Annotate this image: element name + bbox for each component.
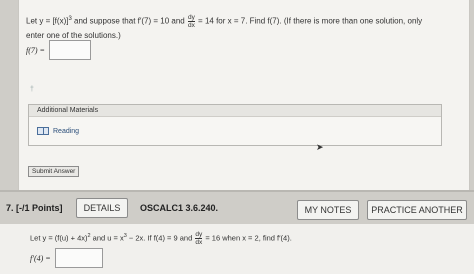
details-button[interactable]: DETAILS — [76, 198, 128, 218]
q6-text-part-4: enter one of the solutions.) — [26, 31, 121, 41]
practice-another-button[interactable]: PRACTICE ANOTHER — [367, 200, 467, 220]
q7-points: 7. [-/1 Points] — [6, 203, 63, 213]
frac-denominator: dx — [195, 239, 203, 247]
q6-dy-dx-fraction: dy dx — [187, 14, 195, 30]
q7-text-part-2: and u = x — [90, 233, 124, 243]
q7-dy-dx-fraction: dy dx — [195, 231, 203, 247]
submit-answer-button[interactable]: Submit Answer — [28, 166, 80, 177]
q7-text-part-3: − 2x. If f(4) = 9 and — [126, 233, 195, 243]
frac-numerator: dy — [187, 14, 195, 22]
q7-answer-row: f′(4) = — [30, 248, 103, 268]
q6-text-part-2: and suppose that f′(7) = 10 and — [71, 16, 187, 26]
my-notes-button[interactable]: MY NOTES — [297, 200, 359, 220]
ghost-mark: † — [30, 86, 34, 93]
reading-link-label: Reading — [53, 127, 80, 135]
mouse-cursor-icon: ➤ — [316, 142, 324, 152]
additional-materials-box: Additional Materials Reading — [28, 104, 442, 146]
q6-answer-row: f(7) = — [26, 40, 91, 60]
question-7-header: 7. [-/1 Points] DETAILS OSCALC1 3.6.240.… — [0, 194, 474, 222]
q7-code: OSCALC1 3.6.240. — [140, 203, 219, 213]
question-7-panel: Let y = (f(u) + 4x)2 and u = x3 − 2x. If… — [0, 224, 474, 274]
frac-denominator: dx — [187, 22, 195, 30]
q7-text-part-1: Let y = (f(u) + 4x) — [30, 233, 88, 243]
q6-answer-input[interactable] — [48, 40, 91, 60]
question-6-text: Let y = [f(x)]3 and suppose that f′(7) =… — [26, 12, 466, 43]
frac-numerator: dy — [195, 231, 203, 239]
additional-materials-title: Additional Materials — [29, 105, 441, 117]
question-7-text: Let y = (f(u) + 4x)2 and u = x3 − 2x. If… — [30, 230, 470, 246]
q7-answer-input[interactable] — [54, 248, 103, 268]
q6-answer-label: f(7) = — [26, 45, 45, 55]
q7-text-part-4: = 16 when x = 2, find f′(4). — [203, 233, 292, 243]
q6-text-part-1: Let y = [f(x)] — [26, 16, 69, 26]
book-icon — [37, 127, 49, 135]
q6-text-part-3: = 14 for x = 7. Find f(7). (If there is … — [195, 16, 423, 26]
reading-link[interactable]: Reading — [37, 127, 79, 135]
q7-answer-label: f′(4) = — [30, 253, 51, 263]
section-divider — [0, 190, 474, 192]
